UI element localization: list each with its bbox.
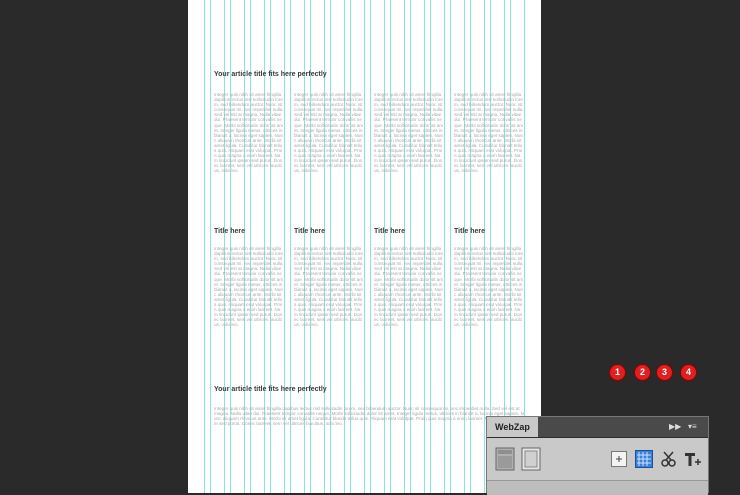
section-title: Title here	[294, 228, 325, 235]
workspace-canvas: Your article title fits here perfectly I…	[0, 0, 740, 495]
section-title: Title here	[454, 228, 485, 235]
body-text-column: Integer quis nibh sit amet fringilla dap…	[294, 246, 364, 328]
body-text-column: Integer quis nibh sit amet fringilla dap…	[214, 92, 284, 174]
panel-menu-icon[interactable]: ▾≡	[688, 422, 704, 432]
article-headline: Your article title fits here perfectly	[214, 71, 327, 78]
guide-line[interactable]	[204, 0, 205, 493]
body-text-column: Integer quis nibh sit amet fringilla dap…	[214, 246, 284, 328]
callout-badge-3: 3	[657, 365, 672, 380]
body-text-column: Integer quis nibh sit amet fringilla dap…	[374, 246, 444, 328]
panel-header: WebZap ▶▶ ▾≡	[487, 417, 708, 438]
body-text-column: Integer quis nibh sit amet fringilla dap…	[454, 92, 524, 174]
layout-grid-icon	[495, 447, 515, 471]
text-tool-icon	[685, 453, 701, 466]
webzap-panel: WebZap ▶▶ ▾≡	[486, 416, 709, 495]
body-text-column: Integer quis nibh sit amet fringilla dap…	[374, 92, 444, 174]
double-arrow-right-icon[interactable]: ▶▶	[669, 422, 681, 432]
body-text-column: Integer quis nibh sit amet fringilla dap…	[454, 246, 524, 328]
article-headline: Your article title fits here perfectly	[214, 386, 327, 393]
text-tool-button[interactable]	[683, 450, 703, 468]
grid-guides-button[interactable]	[635, 450, 653, 468]
section-title: Title here	[214, 228, 245, 235]
scissors-button[interactable]	[659, 450, 679, 468]
grid-guides-icon	[635, 450, 653, 468]
callout-badge-2: 2	[635, 365, 650, 380]
guide-line[interactable]	[210, 0, 211, 493]
add-box-icon	[611, 451, 627, 467]
layout-page-button[interactable]	[521, 447, 541, 471]
add-box-button[interactable]	[611, 451, 627, 467]
section-title: Title here	[374, 228, 405, 235]
body-text-column: Integer quis nibh sit amet fringilla dap…	[294, 92, 364, 174]
body-text-block: Integer quis nibh sit amet fringilla dap…	[214, 406, 524, 427]
scissors-icon	[661, 451, 676, 467]
layout-page-icon	[521, 447, 541, 471]
callout-badge-1: 1	[610, 365, 625, 380]
layout-grid-button[interactable]	[495, 447, 515, 471]
panel-tab-webzap[interactable]: WebZap	[487, 417, 538, 437]
callout-badge-4: 4	[681, 365, 696, 380]
